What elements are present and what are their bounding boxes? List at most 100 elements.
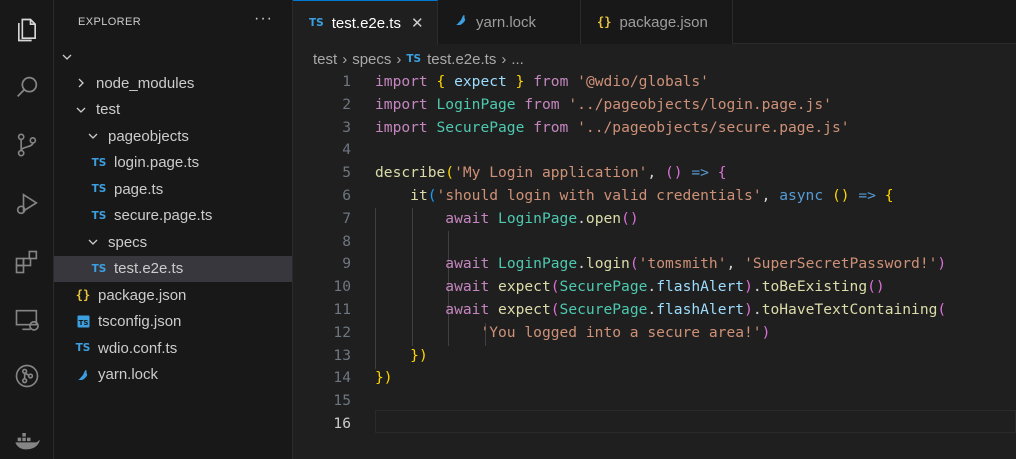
source-control-icon[interactable] (0, 123, 54, 167)
line-number: 16 (333, 415, 351, 432)
extensions-icon[interactable] (0, 240, 54, 284)
breadcrumb-item-specs[interactable]: specs (352, 51, 391, 68)
workspace-root-toggle[interactable] (54, 44, 292, 70)
explorer-header: EXPLORER ··· (54, 0, 293, 44)
tree-item-pageobjects[interactable]: pageobjects (54, 123, 292, 149)
code-line[interactable]: 4 (293, 138, 1016, 161)
code-text: describe('My Login application', () => { (375, 164, 727, 182)
code-line[interactable]: 7 await LoginPage.open() (293, 207, 1016, 230)
tree-item-yarn-lock[interactable]: yarn.lock (54, 362, 292, 388)
chevron-right-icon: › (342, 50, 348, 68)
chevron-right-icon (74, 76, 88, 90)
search-icon[interactable] (0, 65, 54, 109)
tab-label: package.json (619, 13, 708, 31)
tree-item-label: pageobjects (108, 127, 189, 145)
code-text: 'You logged into a secure area!') (480, 323, 771, 341)
tree-item-label: yarn.lock (98, 366, 159, 383)
chevron-down-icon (74, 103, 88, 117)
code-editor[interactable]: 1 import { expect } from '@wdio/globals' 2… (293, 70, 1016, 459)
code-line[interactable]: 14}) (293, 366, 1016, 389)
explorer-icon[interactable] (0, 8, 54, 52)
code-line[interactable]: 9 await LoginPage.login('tomsmith', 'Sup… (293, 252, 1016, 275)
more-actions-icon[interactable]: ··· (254, 10, 273, 28)
chevron-down-icon (60, 50, 74, 64)
breadcrumb-item-file[interactable]: test.e2e.ts (427, 51, 496, 68)
editor-tabs: TS test.e2e.ts ✕ yarn.lock {} package.js… (293, 0, 1016, 45)
code-text: import { expect } from '@wdio/globals' (375, 73, 709, 90)
code-line[interactable]: 1 import { expect } from '@wdio/globals' (293, 70, 1016, 93)
code-text: }) (375, 369, 393, 387)
tree-item-label: test (96, 101, 121, 118)
code-line[interactable]: 3 import SecurePage from '../pageobjects/… (293, 116, 1016, 139)
line-number: 4 (342, 141, 351, 159)
code-text: await expect(SecurePage.flashAlert).toBe… (445, 278, 885, 296)
code-text: }) (410, 346, 428, 364)
line-number: 6 (342, 187, 351, 204)
tab-yarn-lock[interactable]: yarn.lock (438, 0, 581, 44)
git-graph-icon[interactable] (0, 354, 54, 398)
code-line[interactable]: 13 }) (293, 344, 1016, 367)
code-line[interactable]: 15 (293, 389, 1016, 412)
typescript-icon: TS (91, 156, 107, 169)
tree-item-label: node_modules (96, 74, 195, 92)
line-number: 14 (333, 369, 351, 387)
docker-icon[interactable] (0, 418, 54, 459)
line-number: 3 (342, 118, 351, 136)
breadcrumb-item-symbols[interactable]: ... (511, 51, 524, 68)
code-line[interactable]: 6 it('should login with valid credential… (293, 184, 1016, 207)
code-line[interactable]: 5 describe('My Login application', () => … (293, 161, 1016, 184)
tab-label: yarn.lock (476, 13, 537, 31)
tree-item-label: login.page.ts (114, 154, 200, 171)
tsconfig-icon: TS (74, 315, 92, 328)
tree-item-page-ts[interactable]: TS page.ts (54, 176, 292, 202)
chevron-right-icon: › (501, 50, 507, 68)
code-text: await LoginPage.login('tomsmith', 'Super… (445, 255, 947, 273)
tree-item-label: test.e2e.ts (114, 260, 184, 277)
code-line[interactable]: 11 await expect(SecurePage.flashAlert).t… (293, 298, 1016, 321)
tree-item-test[interactable]: test (54, 97, 292, 123)
tree-item-label: secure.page.ts (114, 207, 213, 224)
code-text: import SecurePage from '../pageobjects/s… (375, 118, 850, 136)
remote-explorer-icon[interactable] (0, 298, 54, 342)
line-number: 13 (333, 346, 351, 364)
tree-item-tsconfig-json[interactable]: TS tsconfig.json (54, 309, 292, 335)
tree-item-wdio-conf-ts[interactable]: TS wdio.conf.ts (54, 335, 292, 361)
tab-package-json[interactable]: {} package.json (581, 0, 733, 44)
code-line[interactable]: 2 import LoginPage from '../pageobjects/l… (293, 93, 1016, 116)
tree-item-label: page.ts (114, 180, 164, 198)
run-debug-icon[interactable] (0, 182, 54, 226)
typescript-icon: TS (406, 53, 422, 65)
code-text: await expect(SecurePage.flashAlert).toHa… (445, 301, 947, 318)
close-icon[interactable]: ✕ (411, 14, 424, 32)
tree-item-test-e2e-ts[interactable]: TS test.e2e.ts (54, 255, 292, 282)
code-text: it('should login with valid credentials'… (410, 187, 894, 204)
code-text: await LoginPage.open() (445, 209, 639, 227)
code-line[interactable]: 10 await expect(SecurePage.flashAlert).t… (293, 275, 1016, 298)
line-number: 8 (342, 232, 351, 250)
tab-test-e2e-ts[interactable]: TS test.e2e.ts ✕ (293, 0, 438, 45)
tree-item-node-modules[interactable]: node_modules (54, 70, 292, 96)
tree-item-package-json[interactable]: {} package.json (54, 282, 292, 308)
typescript-icon: TS (91, 183, 107, 195)
code-line[interactable]: 8 (293, 230, 1016, 253)
typescript-icon: TS (75, 342, 91, 354)
tree-item-login-page-ts[interactable]: TS login.page.ts (54, 150, 292, 176)
line-number: 10 (333, 278, 351, 296)
tree-item-label: specs (108, 233, 148, 251)
tree-item-specs[interactable]: specs (54, 229, 292, 255)
typescript-icon: TS (91, 209, 107, 222)
chevron-down-icon (86, 129, 100, 143)
breadcrumb-item-test[interactable]: test (313, 51, 337, 68)
tab-label: test.e2e.ts (331, 14, 401, 32)
code-line[interactable]: 16 (293, 412, 1016, 435)
json-icon: {} (75, 288, 91, 302)
line-number: 11 (333, 301, 351, 318)
explorer-sidebar: EXPLORER ··· node_modulestest pageobjects… (54, 0, 293, 459)
json-icon: {} (597, 15, 612, 29)
line-number: 7 (342, 209, 351, 227)
tree-item-secure-page-ts[interactable]: TS secure.page.ts (54, 203, 292, 229)
code-line[interactable]: 12 'You logged into a secure area!') (293, 321, 1016, 344)
tree-item-label: package.json (98, 286, 187, 304)
line-number: 9 (342, 255, 351, 273)
yarn-icon (74, 368, 92, 382)
